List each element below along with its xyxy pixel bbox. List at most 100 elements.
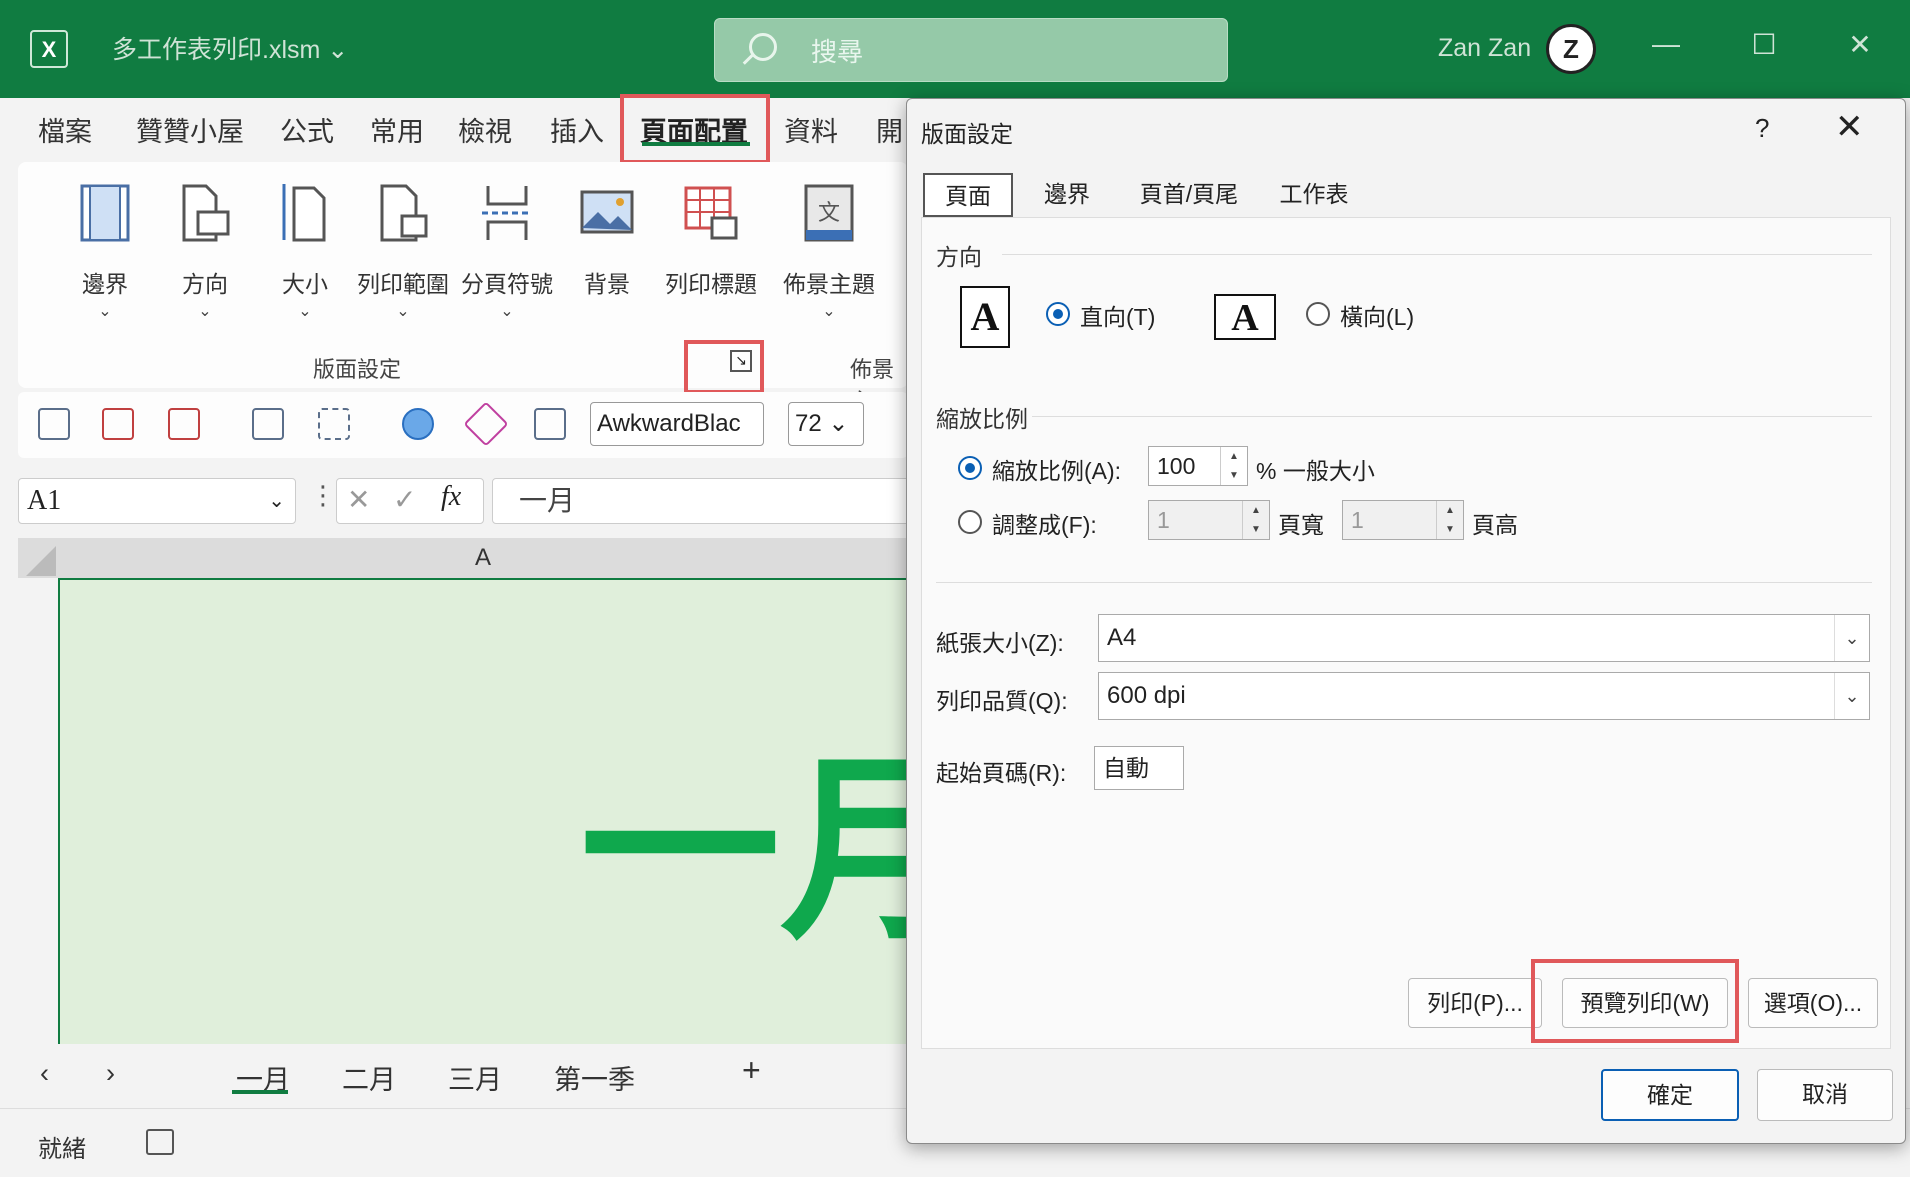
cancel-button[interactable]: 取消 [1757, 1069, 1893, 1121]
tab-formulas[interactable]: 公式 [280, 110, 334, 149]
scale-percent-stepper[interactable]: 100 ▲ ▼ [1148, 446, 1248, 486]
picture-icon[interactable] [252, 408, 284, 440]
landscape-radio[interactable] [1306, 302, 1330, 326]
circle-shape-icon[interactable] [402, 408, 434, 440]
first-page-number-label: 起始頁碼(R): [936, 760, 1067, 786]
tab-home[interactable]: 常用 [370, 110, 424, 149]
dialog-page-panel: 方向 A 直向(T) A 橫向(L) 縮放比例 縮放比例(A): 100 ▲ ▼ %… [921, 217, 1891, 1049]
sheet-tab-mar[interactable]: 三月 [448, 1058, 502, 1097]
background-image-icon [580, 190, 634, 234]
macro-stop-icon[interactable] [168, 408, 200, 440]
options-button[interactable]: 選項(O)... [1748, 978, 1878, 1028]
orientation-label: 方向 [182, 271, 228, 297]
ok-button[interactable]: 確定 [1601, 1069, 1739, 1121]
column-header-a[interactable]: A [58, 538, 908, 580]
tab-zanzan[interactable]: 贊贊小屋 [136, 110, 244, 149]
portrait-label: 直向(T) [1080, 304, 1156, 330]
insert-function-icon[interactable]: fx [441, 481, 461, 513]
font-size-select[interactable]: 72 ⌄ [788, 402, 864, 446]
print-titles-button[interactable]: 列印標題 [656, 182, 766, 299]
scaling-section-label: 縮放比例 [936, 406, 1028, 432]
chevron-down-icon: ⌄ [1834, 673, 1869, 719]
formula-controls: ✕ ✓ fx [336, 478, 484, 524]
fit-pages-tall-stepper[interactable]: 1 ▲ ▼ [1342, 500, 1464, 540]
cancel-icon[interactable]: ✕ [347, 483, 370, 516]
chevron-down-icon: ⌄ [198, 303, 212, 320]
next-sheet-icon[interactable]: › [106, 1058, 115, 1089]
adjust-to-radio[interactable] [958, 456, 982, 480]
dialog-close-button[interactable]: ✕ [1835, 107, 1864, 147]
spin-arrows-icon[interactable]: ▲ ▼ [1242, 501, 1269, 539]
tab-insert[interactable]: 插入 [550, 110, 604, 149]
print-quality-label: 列印品質(Q): [936, 688, 1068, 714]
fit-pages-wide-stepper[interactable]: 1 ▲ ▼ [1148, 500, 1270, 540]
orientation-section-label: 方向 [936, 244, 982, 270]
accessibility-icon[interactable] [146, 1129, 174, 1155]
size-button[interactable]: 大小 ⌄ [260, 182, 350, 321]
dialog-tab-margins[interactable]: 邊界 [1017, 173, 1117, 217]
dialog-tab-sheet[interactable]: 工作表 [1261, 173, 1367, 217]
minimize-button[interactable]: — [1646, 28, 1686, 60]
themes-button[interactable]: 文 佈景主題 ⌄ [774, 182, 884, 321]
section-divider [1032, 416, 1872, 417]
search-box[interactable]: 搜尋 [714, 18, 1228, 82]
avatar[interactable]: Z [1546, 24, 1596, 74]
paper-size-select[interactable]: A4 ⌄ [1098, 614, 1870, 662]
add-sheet-button[interactable]: + [742, 1052, 761, 1089]
print-quality-select[interactable]: 600 dpi ⌄ [1098, 672, 1870, 720]
highlight-box-preview [1531, 959, 1739, 1043]
pages-wide-label: 頁寬 [1278, 512, 1324, 538]
print-area-button[interactable]: 列印範圍 ⌄ [348, 182, 458, 321]
normal-size-label: % 一般大小 [1256, 458, 1375, 484]
tab-file[interactable]: 檔案 [38, 110, 92, 149]
cell-a1[interactable]: 一月 [58, 580, 980, 1044]
3d-cube-icon[interactable] [38, 408, 70, 440]
name-box[interactable]: A1 ⌄ [18, 478, 296, 524]
orientation-button[interactable]: 方向 ⌄ [160, 182, 250, 321]
tab-developer[interactable]: 開 [876, 110, 903, 149]
margins-button[interactable]: 邊界 ⌄ [60, 182, 150, 321]
confirm-icon[interactable]: ✓ [393, 483, 416, 516]
chevron-down-icon: ⌄ [500, 303, 514, 320]
sheet-tab-feb[interactable]: 二月 [342, 1058, 396, 1097]
spin-arrows-icon[interactable]: ▲ ▼ [1220, 447, 1247, 485]
page-setup-dialog: 版面設定 ? ✕ 頁面 邊界 頁首/頁尾 工作表 方向 A 直向(T) A 橫向… [906, 98, 1906, 1144]
background-button[interactable]: 背景 [562, 182, 652, 299]
breaks-button[interactable]: 分頁符號 ⌄ [452, 182, 562, 321]
tab-data[interactable]: 資料 [784, 110, 838, 149]
chevron-down-icon: ⌄ [396, 303, 410, 320]
portrait-radio[interactable] [1046, 302, 1070, 326]
eraser-icon[interactable] [463, 401, 509, 447]
tab-view[interactable]: 檢視 [458, 110, 512, 149]
sheet-tab-q1[interactable]: 第一季 [554, 1058, 635, 1097]
file-name[interactable]: 多工作表列印.xlsm ⌄ [112, 30, 348, 66]
print-button[interactable]: 列印(P)... [1408, 978, 1542, 1028]
dialog-tab-page[interactable]: 頁面 [923, 173, 1013, 217]
prev-sheet-icon[interactable]: ‹ [40, 1058, 49, 1089]
size-label: 大小 [282, 271, 328, 297]
select-all-corner[interactable] [18, 538, 58, 578]
adjust-to-label: 縮放比例(A): [992, 458, 1122, 484]
user-name[interactable]: Zan Zan [1438, 34, 1531, 63]
print-titles-icon [684, 186, 738, 240]
help-button[interactable]: ? [1755, 113, 1769, 144]
themes-icon: 文 [804, 184, 854, 242]
font-name-select[interactable]: AwkwardBlac [590, 402, 764, 446]
dialog-tab-header-footer[interactable]: 頁首/頁尾 [1121, 173, 1257, 217]
section-divider [1002, 254, 1872, 255]
quick-toolbar: AwkwardBlac 72 ⌄ [18, 392, 908, 458]
select-objects-icon[interactable] [318, 408, 350, 440]
paper-size-label: 紙張大小(Z): [936, 630, 1064, 656]
fit-to-radio[interactable] [958, 510, 982, 534]
record-macro-icon[interactable] [102, 408, 134, 440]
spin-arrows-icon[interactable]: ▲ ▼ [1436, 501, 1463, 539]
sheet-tab-bar: ‹ › 一月 二月 三月 第一季 + [0, 1046, 910, 1106]
first-page-number-input[interactable]: 自動 [1094, 746, 1184, 790]
close-button[interactable]: ✕ [1840, 28, 1880, 61]
maximize-button[interactable]: ☐ [1744, 28, 1784, 61]
formula-input[interactable]: 一月 [492, 478, 912, 524]
highlight-box-launcher [684, 340, 764, 394]
clear-format-icon[interactable] [534, 408, 566, 440]
more-dots-icon[interactable]: ⋮ [310, 480, 336, 511]
chevron-down-icon: ⌄ [268, 490, 285, 512]
